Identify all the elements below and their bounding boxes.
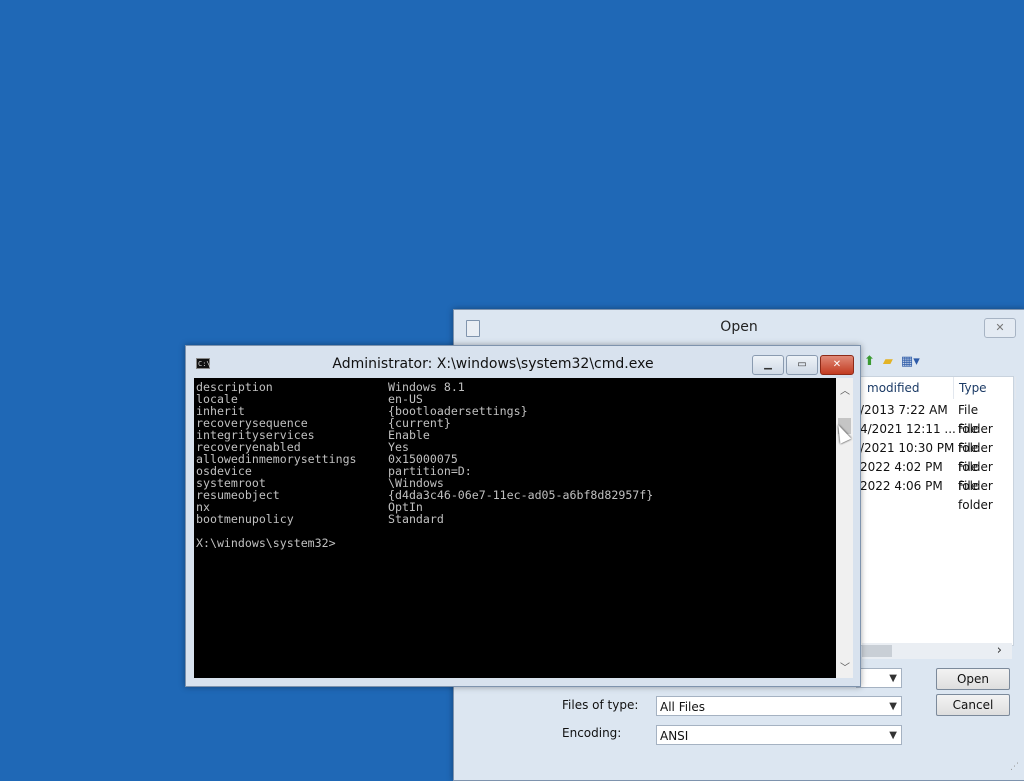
files-of-type-select[interactable]: All Files ▼ xyxy=(656,696,902,716)
list-item-modified[interactable]: 2022 4:02 PM xyxy=(860,458,943,477)
cmd-title: Administrator: X:\windows\system32\cmd.e… xyxy=(332,356,654,372)
cancel-button[interactable]: Cancel xyxy=(936,694,1010,716)
list-item-type[interactable]: File folder xyxy=(958,401,1013,436)
chevron-down-icon: ▼ xyxy=(889,730,897,741)
chevron-right-icon[interactable]: › xyxy=(997,643,1002,658)
chevron-up-icon[interactable]: ︿ xyxy=(840,382,850,397)
filename-combo[interactable]: ▼ xyxy=(856,668,902,688)
column-header-modified[interactable]: modified xyxy=(865,377,954,399)
cmd-window: C:\ Administrator: X:\windows\system32\c… xyxy=(185,345,861,687)
files-of-type-label: Files of type: xyxy=(562,698,639,712)
close-button[interactable]: ✕ xyxy=(820,355,854,375)
console-line: osdevice partition=D: xyxy=(194,465,834,477)
console-output[interactable]: description Windows 8.1 locale en-US inher… xyxy=(194,378,836,678)
encoding-select[interactable]: ANSI ▼ xyxy=(656,725,902,745)
chevron-down-icon[interactable]: ﹀ xyxy=(840,659,850,674)
list-item-modified[interactable]: 4/2021 12:11 ... xyxy=(860,420,956,439)
command-prompt[interactable]: X:\windows\system32> xyxy=(196,537,336,549)
console-line: allowedinmemorysettings 0x15000075 xyxy=(194,453,834,465)
list-item-modified[interactable]: /2013 7:22 AM xyxy=(860,401,948,420)
open-dialog-close-button[interactable]: ✕ xyxy=(984,318,1016,338)
console-value: {d4da3c46-06e7-11ec-ad05-a6bf8d82957f} xyxy=(388,488,654,502)
encoding-label: Encoding: xyxy=(562,726,622,740)
console-line: resumeobject {d4da3c46-06e7-11ec-ad05-a6b… xyxy=(194,489,834,501)
resize-grip-icon[interactable]: ⋰ xyxy=(1010,762,1020,772)
column-header-type[interactable]: Type xyxy=(957,377,1016,399)
list-item-type[interactable]: File folder xyxy=(958,477,1013,512)
files-of-type-value: All Files xyxy=(660,700,706,714)
list-item-modified[interactable]: 2022 4:06 PM xyxy=(860,477,943,496)
open-dialog-title-bar[interactable]: Open ✕ xyxy=(454,310,1024,344)
list-item-modified[interactable]: /2021 10:30 PM xyxy=(860,439,954,458)
open-button[interactable]: Open xyxy=(936,668,1010,690)
horizontal-scrollbar-thumb[interactable] xyxy=(862,645,892,657)
dialog-toolbar: ⬆ ▰ ▦▾ xyxy=(864,350,944,369)
list-item-type[interactable]: File folder xyxy=(958,439,1013,474)
horizontal-scrollbar[interactable]: › xyxy=(862,643,1012,659)
encoding-value: ANSI xyxy=(660,729,689,743)
console-key: bootmenupolicy xyxy=(196,512,294,526)
vertical-scrollbar[interactable]: ︿ ﹀ xyxy=(836,378,853,678)
open-dialog-title: Open xyxy=(720,319,758,335)
console-value: Standard xyxy=(388,512,444,526)
view-menu-icon[interactable]: ▦▾ xyxy=(901,354,920,369)
console-line: bootmenupolicy Standard xyxy=(194,513,834,525)
list-item-type[interactable]: File folder xyxy=(958,420,1013,455)
up-folder-icon[interactable]: ⬆ xyxy=(864,354,875,369)
minimize-button[interactable]: ▁ xyxy=(752,355,784,375)
console-line: description Windows 8.1 xyxy=(194,381,834,393)
new-folder-icon[interactable]: ▰ xyxy=(883,354,893,369)
list-item-type[interactable]: File folder xyxy=(958,458,1013,493)
chevron-down-icon: ▼ xyxy=(889,701,897,712)
chevron-down-icon: ▼ xyxy=(889,673,897,684)
maximize-button[interactable]: ▭ xyxy=(786,355,818,375)
cmd-title-bar[interactable]: C:\ Administrator: X:\windows\system32\c… xyxy=(186,346,860,378)
